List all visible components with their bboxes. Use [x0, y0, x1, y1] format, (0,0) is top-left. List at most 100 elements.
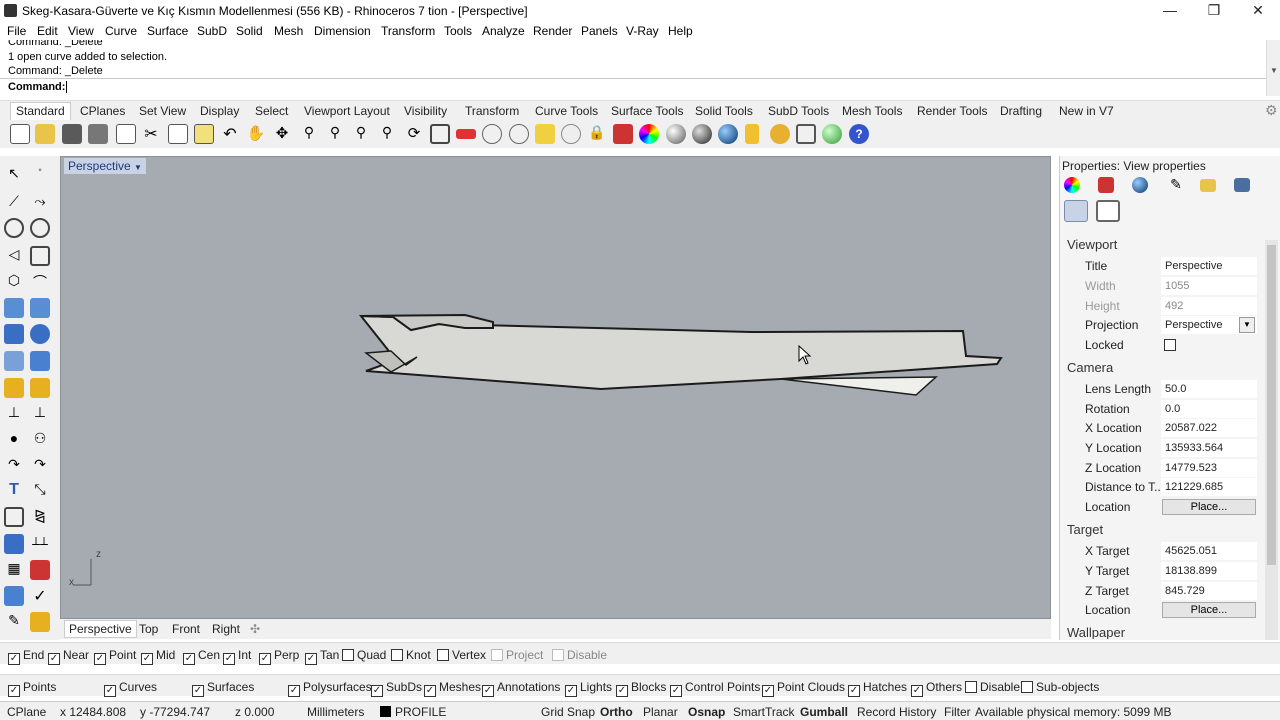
menu-vray[interactable]: V-Ray	[626, 24, 659, 38]
tab-render-tools[interactable]: Render Tools	[917, 104, 988, 118]
maximize-button[interactable]: ❐	[1192, 0, 1236, 22]
checkbox[interactable]: ✓	[424, 685, 436, 697]
folder-icon[interactable]	[1200, 179, 1216, 192]
surface-from-points-icon[interactable]	[4, 298, 24, 318]
checkbox[interactable]: ✓	[192, 685, 204, 697]
tab-display[interactable]: Display	[200, 104, 239, 118]
arc-icon[interactable]: ◁	[4, 246, 24, 266]
x-location-field[interactable]: 20587.022	[1161, 419, 1257, 437]
color-wheel-icon[interactable]	[1064, 177, 1080, 193]
named-view-icon[interactable]	[1096, 200, 1120, 222]
layer-icon[interactable]	[613, 124, 633, 144]
render-tool-icon[interactable]	[30, 612, 50, 632]
checkbox[interactable]: ✓	[8, 685, 20, 697]
surface-icon[interactable]	[30, 298, 50, 318]
menu-dimension[interactable]: Dimension	[314, 24, 371, 38]
vtab-top[interactable]: Top	[139, 622, 158, 636]
checkbox[interactable]	[491, 649, 503, 661]
render-sphere-icon[interactable]	[1132, 177, 1148, 193]
osnap-vertex[interactable]: Vertex	[437, 648, 486, 662]
zoom-selected-icon[interactable]: ⚲	[377, 124, 397, 144]
chevron-down-icon[interactable]: ▼	[1239, 317, 1255, 333]
block-icon[interactable]	[4, 534, 24, 554]
offset-curve-icon[interactable]: ↷	[30, 456, 50, 476]
checkbox[interactable]: ✓	[482, 685, 494, 697]
menu-edit[interactable]: Edit	[37, 24, 58, 38]
group-icon[interactable]	[4, 507, 24, 527]
osnap-tan[interactable]: ✓ Tan	[305, 648, 339, 665]
checkbox[interactable]: ✓	[848, 685, 860, 697]
checkbox[interactable]	[965, 681, 977, 693]
perspective-viewport[interactable]: Perspective ▼ z x	[60, 156, 1051, 619]
checkbox[interactable]	[437, 649, 449, 661]
checkbox[interactable]: ✓	[371, 685, 383, 697]
point-icon[interactable]: ◦	[30, 165, 50, 185]
gear-solid-icon[interactable]	[4, 378, 24, 398]
units-status[interactable]: Millimeters	[307, 705, 364, 719]
checkbox[interactable]: ✓	[565, 685, 577, 697]
tab-mesh-tools[interactable]: Mesh Tools	[842, 104, 902, 118]
filter-polysurfaces[interactable]: ✓ Polysurfaces	[288, 680, 372, 697]
lens-length-field[interactable]: 50.0	[1161, 380, 1257, 398]
add-viewport-icon[interactable]: ✣	[250, 622, 260, 636]
menu-surface[interactable]: Surface	[147, 24, 188, 38]
vtab-perspective[interactable]: Perspective	[64, 620, 137, 638]
zoom-extents-icon[interactable]: ⚲	[351, 124, 371, 144]
filter-subds[interactable]: ✓ SubDs	[371, 680, 422, 697]
tab-drafting[interactable]: Drafting	[1000, 104, 1042, 118]
filter-disable[interactable]: Disable	[965, 680, 1020, 694]
cylinder-icon[interactable]	[4, 351, 24, 371]
osnap-int[interactable]: ✓ Int	[223, 648, 251, 665]
filter-surfaces[interactable]: ✓ Surfaces	[192, 680, 254, 697]
sphere-icon[interactable]	[30, 324, 50, 344]
array-icon[interactable]: ▦	[4, 560, 24, 580]
scrollbar-thumb[interactable]	[1267, 245, 1276, 565]
tab-viewport-layout[interactable]: Viewport Layout	[304, 104, 390, 118]
checkbox[interactable]: ✓	[94, 653, 106, 665]
tab-curve-tools[interactable]: Curve Tools	[535, 104, 598, 118]
rotate-view-icon[interactable]: ⟳	[404, 124, 424, 144]
checkbox[interactable]: ✓	[141, 653, 153, 665]
checkbox[interactable]: ✓	[288, 685, 300, 697]
menu-help[interactable]: Help	[668, 24, 693, 38]
locked-checkbox[interactable]	[1164, 339, 1176, 351]
checkbox[interactable]: ✓	[223, 653, 235, 665]
smarttrack-toggle[interactable]: SmartTrack	[733, 705, 795, 719]
tab-cplanes[interactable]: CPlanes	[80, 104, 125, 118]
render-sphere-icon[interactable]	[718, 124, 738, 144]
select-filter-icon[interactable]	[796, 124, 816, 144]
osnap-toggle[interactable]: Osnap	[688, 705, 725, 719]
select-arrow-icon[interactable]: ↖	[4, 165, 24, 185]
filter-points[interactable]: ✓ Points	[8, 680, 56, 697]
brush-icon[interactable]: ✎	[1166, 176, 1186, 194]
menu-analyze[interactable]: Analyze	[482, 24, 525, 38]
zoom-icon[interactable]: ⚲	[299, 124, 319, 144]
filter-annotations[interactable]: ✓ Annotations	[482, 680, 560, 697]
cplane-icon[interactable]	[482, 124, 502, 144]
tab-solid-tools[interactable]: Solid Tools	[695, 104, 753, 118]
tab-standard[interactable]: Standard	[10, 102, 71, 121]
checkbox[interactable]: ✓	[104, 685, 116, 697]
menu-solid[interactable]: Solid	[236, 24, 263, 38]
options-gear-icon[interactable]	[770, 124, 790, 144]
filter-control-points[interactable]: ✓ Control Points	[670, 680, 760, 697]
save-icon[interactable]	[62, 124, 82, 144]
filter-sub-objects[interactable]: Sub-objects	[1021, 680, 1099, 694]
z-target-field[interactable]: 845.729	[1161, 582, 1257, 600]
checkbox[interactable]: ✓	[8, 653, 20, 665]
filter-curves[interactable]: ✓ Curves	[104, 680, 157, 697]
zoom-window-icon[interactable]: ⚲	[325, 124, 345, 144]
menu-mesh[interactable]: Mesh	[274, 24, 303, 38]
lightbulb-icon[interactable]	[561, 124, 581, 144]
checkbox[interactable]	[1021, 681, 1033, 693]
material-icon[interactable]	[1098, 177, 1114, 193]
command-line[interactable]: Command:	[0, 78, 1266, 95]
title-field[interactable]: Perspective	[1161, 257, 1257, 275]
display-icon[interactable]	[1234, 178, 1250, 192]
boolean-union-icon[interactable]: ⚇	[30, 430, 50, 450]
lock-icon[interactable]: 🔒	[587, 124, 607, 144]
close-button[interactable]: ✕	[1236, 0, 1280, 22]
y-target-field[interactable]: 18138.899	[1161, 562, 1257, 580]
checkbox[interactable]: ✓	[48, 653, 60, 665]
color-wheel-icon[interactable]	[639, 124, 659, 144]
